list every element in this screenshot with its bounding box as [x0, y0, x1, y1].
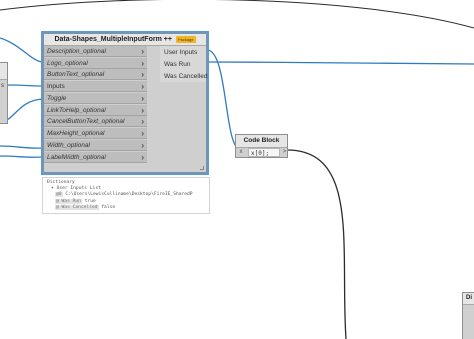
preview-value: true [84, 199, 96, 204]
input-port-inputs[interactable]: Inputs › [44, 81, 147, 92]
preview-row-item-0: @0 C:\Users\LewisCulliname\Desktop\FireI… [55, 192, 193, 198]
output-port-label: Was Cancelled [164, 72, 208, 80]
input-port-label: Toggle [47, 94, 67, 102]
node-title-bar[interactable]: Data-Shapes_MultipleInputForm ++ Package [44, 34, 206, 46]
wire-codeblock-out [286, 149, 347, 339]
node-title: Data-Shapes_MultipleInputForm ++ [54, 36, 172, 43]
output-port-label: Was Run [164, 60, 191, 68]
wire-top-dark [0, 0, 474, 29]
chevron-right-icon: › [141, 153, 144, 162]
preview-index: @ Was Cancelled [55, 205, 99, 210]
preview-row-was-cancelled: @ Was Cancelled false [55, 205, 115, 211]
chevron-right-icon: › [141, 94, 144, 103]
input-port-label: ButtonText_optional [47, 70, 105, 78]
preview-index: @0 [55, 192, 63, 197]
preview-value: C:\Users\LewisCulliname\Desktop\FireIE_S… [65, 192, 193, 197]
output-port-was-run[interactable]: Was Run [160, 58, 206, 70]
package-badge: Package [175, 36, 196, 43]
wire-left-4 [0, 155, 44, 158]
input-port-label: Description_optional [47, 47, 106, 55]
node-preview-bubble: Dictionary ▾ User Inputs List @0 C:\User… [42, 177, 210, 214]
input-port-description[interactable]: Description_optional › [44, 46, 147, 57]
left-partial-node-label: s [1, 83, 4, 89]
right-partial-node-title: Di [466, 295, 472, 301]
output-port-user-inputs[interactable]: User Inputs [160, 46, 206, 58]
input-port-label-width[interactable]: LabelWidth_optional › [44, 152, 147, 163]
chevron-right-icon: › [141, 82, 144, 91]
input-port-label: Inputs [47, 82, 65, 90]
code-block-editor[interactable]: x[0]; [248, 148, 280, 157]
preview-value: false [101, 205, 116, 210]
right-partial-node-header[interactable]: Di [463, 293, 474, 305]
chevron-right-icon: › [141, 141, 144, 150]
code-block-node[interactable]: Code Block x x[0]; > [235, 134, 288, 158]
input-port-width[interactable]: Width_optional › [44, 140, 147, 151]
left-partial-node[interactable]: s [0, 62, 8, 124]
input-port-label: LabelWidth_optional [47, 153, 106, 161]
input-port-toggle[interactable]: Toggle › [44, 93, 147, 104]
code-block-input-port[interactable]: x [237, 147, 245, 157]
left-partial-node-header [0, 63, 7, 80]
input-port-label: Logo_optional [47, 59, 88, 67]
output-port-was-cancelled[interactable]: Was Cancelled [160, 70, 208, 82]
input-port-label: MaxHeight_optional [47, 129, 105, 137]
chevron-right-icon: › [141, 70, 144, 79]
right-partial-node[interactable]: Di [462, 292, 474, 339]
chevron-right-icon: › [141, 59, 144, 68]
input-port-logo[interactable]: Logo_optional › [44, 58, 147, 69]
wire-left-inputs [7, 84, 44, 87]
input-port-label: CancelButtonText_optional [47, 117, 125, 125]
expand-arrow-icon[interactable]: ▾ [51, 186, 54, 191]
input-port-link-to-help[interactable]: LinkToHelp_optional › [44, 105, 147, 116]
preview-key: User Inputs [56, 186, 87, 191]
input-port-cancel-button-text[interactable]: CancelButtonText_optional › [44, 116, 147, 127]
code-block-output-port[interactable]: > [281, 147, 288, 157]
wire-left-1 [0, 37, 44, 63]
chevron-right-icon: › [141, 117, 144, 126]
chevron-right-icon: › [141, 106, 144, 115]
input-port-label: Width_optional [47, 141, 90, 149]
multiple-input-form-node[interactable]: Data-Shapes_MultipleInputForm ++ Package… [41, 31, 209, 175]
wire-was-run [206, 61, 474, 65]
chevron-right-icon: › [141, 47, 144, 56]
chevron-right-icon: › [141, 129, 144, 138]
graph-canvas[interactable]: s Data-Shapes_MultipleInputForm ++ Packa… [0, 0, 474, 339]
input-port-button-text[interactable]: ButtonText_optional › [44, 69, 147, 80]
wire-left-3 [0, 145, 44, 149]
wire-to-right-node [300, 318, 462, 339]
preview-index: @ Was Run [55, 199, 82, 204]
input-port-label: LinkToHelp_optional [47, 106, 106, 114]
resize-grip-icon[interactable] [200, 166, 204, 170]
output-port-label: User Inputs [164, 48, 198, 56]
preview-value: List [89, 186, 101, 191]
input-port-max-height[interactable]: MaxHeight_optional › [44, 128, 147, 139]
